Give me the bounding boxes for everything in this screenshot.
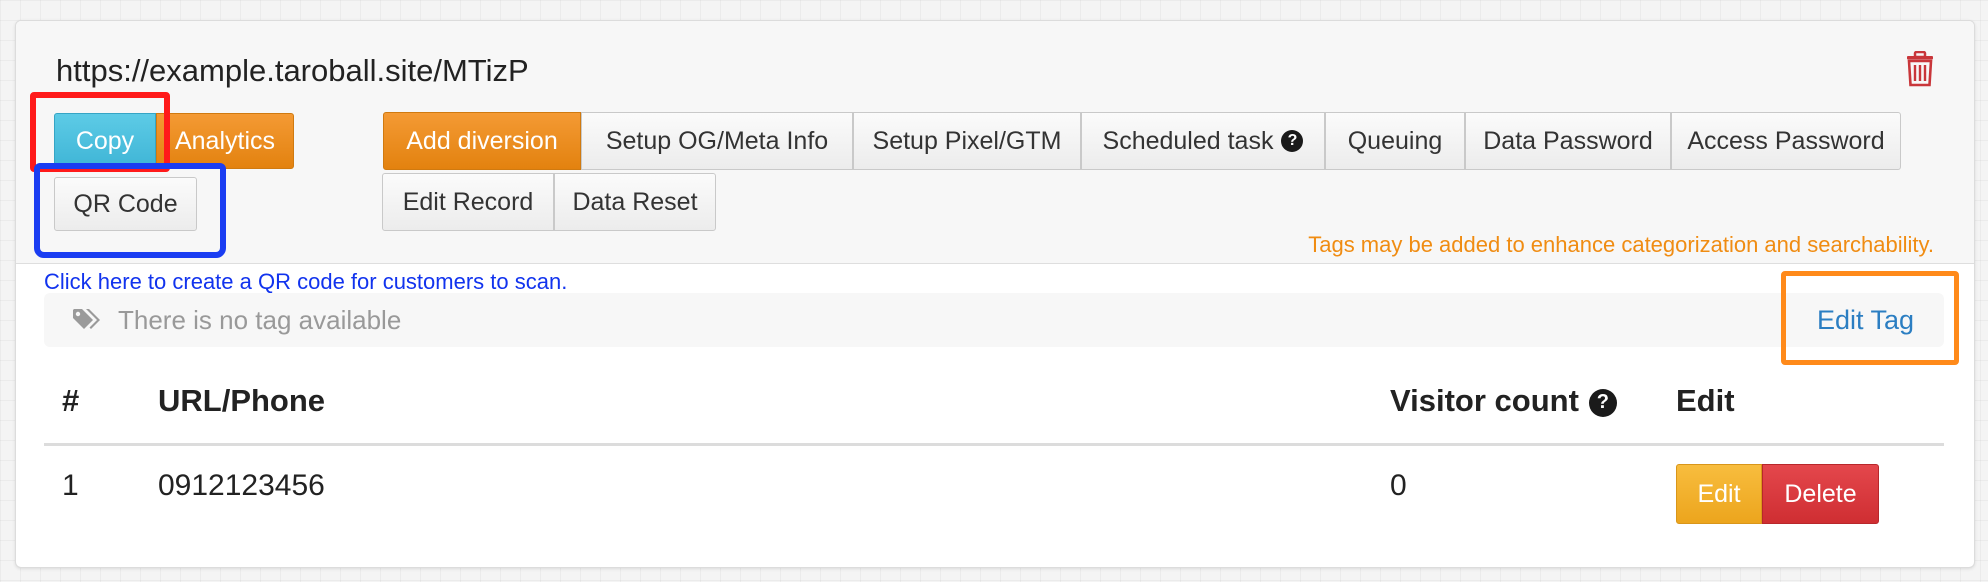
card-header: https://example.taroball.site/MTizP Copy… xyxy=(16,21,1974,264)
queuing-button[interactable]: Queuing xyxy=(1325,112,1465,170)
queuing-label: Queuing xyxy=(1347,126,1443,155)
add-diversion-label: Add diversion xyxy=(406,126,558,155)
qr-code-button[interactable]: QR Code xyxy=(54,177,197,231)
access-password-button[interactable]: Access Password xyxy=(1671,112,1901,170)
data-password-label: Data Password xyxy=(1483,126,1653,155)
access-password-label: Access Password xyxy=(1687,126,1885,155)
col-header-visitors: Visitor count? xyxy=(1390,383,1617,419)
col-header-edit: Edit xyxy=(1676,383,1735,418)
edit-tag-link[interactable]: Edit Tag xyxy=(1817,305,1914,336)
data-reset-label: Data Reset xyxy=(572,187,698,216)
add-diversion-button[interactable]: Add diversion xyxy=(383,112,581,170)
col-header-url: URL/Phone xyxy=(158,383,326,418)
short-url: https://example.taroball.site/MTizP xyxy=(56,53,529,88)
row-index: 1 xyxy=(62,469,79,502)
table-divider xyxy=(44,443,1944,446)
trash-icon[interactable] xyxy=(1904,51,1936,87)
short-link-card: https://example.taroball.site/MTizP Copy… xyxy=(15,20,1975,568)
row-url: 0912123456 xyxy=(158,469,325,502)
tags-icon xyxy=(73,309,100,329)
help-icon[interactable]: ? xyxy=(1281,130,1304,152)
row-edit-button[interactable]: Edit xyxy=(1676,464,1762,524)
scheduled-task-button[interactable]: Scheduled task? xyxy=(1081,112,1325,170)
tags-hint-annotation: Tags may be added to enhance categorizat… xyxy=(1308,232,1934,257)
setup-og-meta-label: Setup OG/Meta Info xyxy=(605,126,829,155)
row-visitor-count: 0 xyxy=(1390,469,1407,502)
setup-og-meta-button[interactable]: Setup OG/Meta Info xyxy=(581,112,853,170)
data-reset-button[interactable]: Data Reset xyxy=(554,173,716,231)
edit-record-label: Edit Record xyxy=(402,187,534,216)
scheduled-task-label: Scheduled task xyxy=(1102,126,1274,155)
no-tag-text: There is no tag available xyxy=(118,305,402,335)
copy-button[interactable]: Copy xyxy=(54,113,156,169)
col-header-visitors-label: Visitor count xyxy=(1390,383,1579,418)
qr-hint-annotation: Click here to create a QR code for custo… xyxy=(44,269,568,294)
setup-pixel-gtm-label: Setup Pixel/GTM xyxy=(872,126,1062,155)
setup-pixel-gtm-button[interactable]: Setup Pixel/GTM xyxy=(853,112,1081,170)
analytics-button[interactable]: Analytics xyxy=(156,113,294,169)
col-header-index: # xyxy=(62,383,80,418)
edit-record-button[interactable]: Edit Record xyxy=(382,173,554,231)
data-password-button[interactable]: Data Password xyxy=(1465,112,1671,170)
row-delete-button[interactable]: Delete xyxy=(1762,464,1879,524)
tag-bar: There is no tag available xyxy=(44,293,1944,347)
help-icon[interactable]: ? xyxy=(1588,388,1617,417)
